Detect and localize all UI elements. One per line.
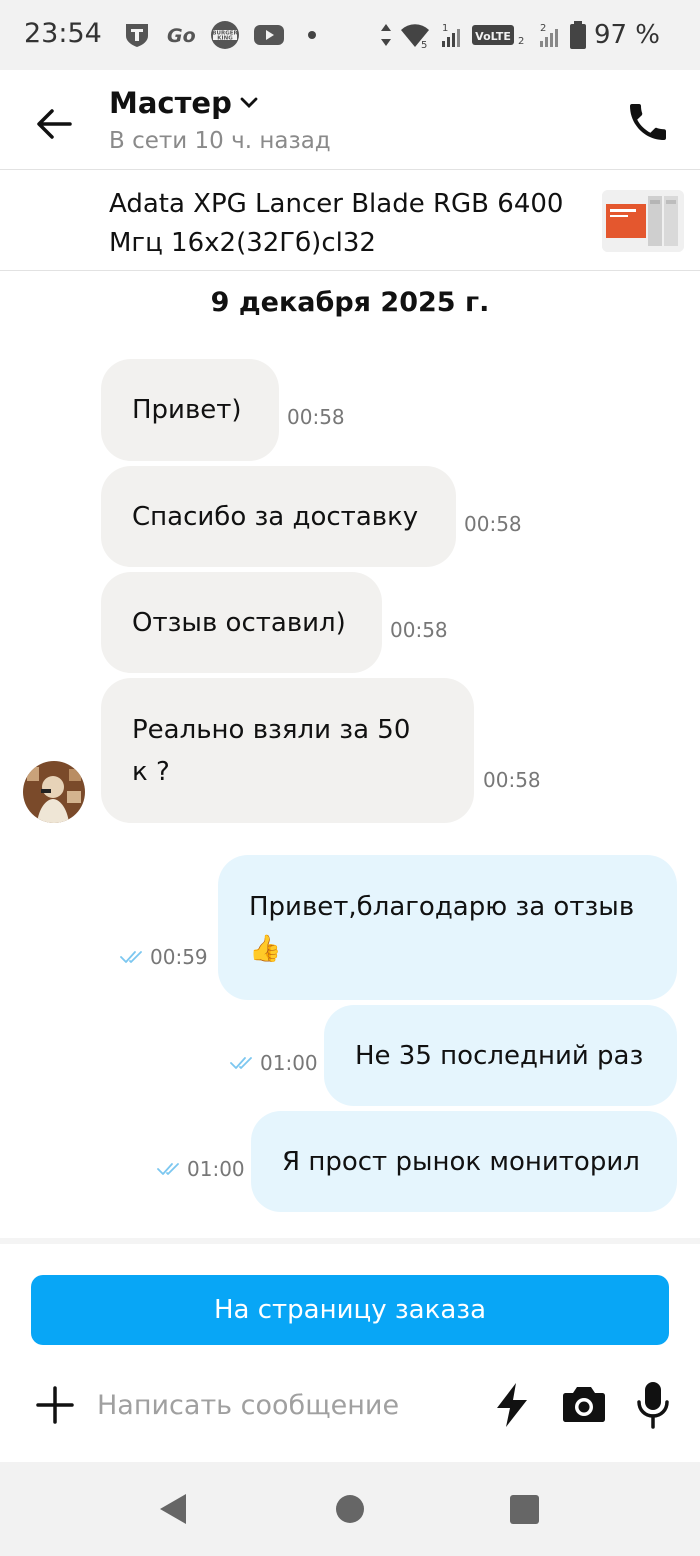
read-ticks-icon <box>230 1057 252 1069</box>
status-time: 23:54 <box>24 18 102 49</box>
more-notifications-dot <box>308 31 316 39</box>
nav-recents-icon[interactable] <box>510 1495 539 1524</box>
message-text: Я прост рынок мониторил <box>282 1146 640 1177</box>
online-status: В сети 10 ч. назад <box>109 128 331 154</box>
call-button[interactable] <box>624 98 672 146</box>
camera-icon <box>563 1387 605 1422</box>
svg-text:VoLTE: VoLTE <box>475 30 511 43</box>
signal-1-icon: 1 <box>441 23 460 47</box>
message-bubble-outgoing[interactable]: Я прост рынок мониторил <box>251 1111 677 1212</box>
message-bubble-incoming[interactable]: Спасибо за доставку <box>101 466 456 567</box>
battery-icon <box>569 21 586 49</box>
message-bubble-incoming[interactable]: Привет) <box>101 359 279 461</box>
contact-name-dropdown[interactable]: Мастер <box>109 86 258 120</box>
battery-level: 97 % <box>593 20 660 50</box>
nav-home-icon[interactable] <box>336 1495 364 1523</box>
wifi-icon: 5 <box>400 24 429 48</box>
back-button[interactable] <box>30 100 78 148</box>
read-ticks-icon <box>157 1163 179 1175</box>
message-time: 01:00 <box>260 1051 318 1075</box>
message-time: 00:58 <box>483 768 541 792</box>
phone-icon <box>630 104 666 140</box>
arrow-left-icon <box>37 109 72 139</box>
product-bar[interactable]: Adata XPG Lancer Blade RGB 6400 Мгц 16x2… <box>0 171 700 271</box>
go-icon: Go <box>166 20 196 50</box>
message-bubble-incoming[interactable]: Реально взяли за 50 к ? <box>101 678 474 823</box>
plus-icon <box>36 1386 74 1424</box>
microphone-icon <box>637 1382 669 1429</box>
svg-text:KING: KING <box>217 36 233 42</box>
message-meta: 01:00 <box>157 1157 245 1181</box>
message-bubble-outgoing[interactable]: Не 35 последний раз <box>324 1005 677 1106</box>
volte-icon: VoLTE 2 <box>471 25 524 47</box>
contact-name: Мастер <box>109 86 232 120</box>
chat-header: Мастер В сети 10 ч. назад <box>0 70 700 170</box>
burger-king-icon: BURGER KING <box>210 20 240 50</box>
voice-button[interactable] <box>636 1380 670 1430</box>
message-composer <box>0 1370 700 1440</box>
message-text: Отзыв оставил) <box>132 607 346 638</box>
status-right: 5 1 VoLTE 2 2 97 % <box>380 20 660 50</box>
message-time: 00:58 <box>287 405 345 429</box>
message-text: Привет) <box>132 395 242 425</box>
status-bar: 23:54 Go BURGER KING 5 1 VoLTE 2 2 97 % <box>0 0 700 70</box>
message-input[interactable] <box>97 1380 477 1430</box>
camera-button[interactable] <box>562 1384 606 1424</box>
youtube-icon <box>254 20 284 50</box>
message-meta: 00:59 <box>120 945 208 969</box>
nav-back-icon[interactable] <box>158 1492 188 1526</box>
system-nav-bar <box>0 1462 700 1556</box>
message-time: 00:58 <box>464 512 522 536</box>
product-title: Adata XPG Lancer Blade RGB 6400 Мгц 16x2… <box>109 189 564 258</box>
svg-text:5: 5 <box>421 40 427 48</box>
message-time: 01:00 <box>187 1157 245 1181</box>
quick-replies-button[interactable] <box>494 1382 530 1428</box>
chevron-down-icon <box>240 97 258 108</box>
message-text: Не 35 последний раз <box>355 1040 644 1071</box>
message-text-line: Реально взяли за 50 <box>132 714 411 745</box>
svg-text:2: 2 <box>518 36 524 47</box>
svg-text:Go: Go <box>167 25 196 47</box>
date-separator: 9 декабря 2025 г. <box>210 287 490 318</box>
message-time: 00:58 <box>390 618 448 642</box>
order-page-button[interactable]: На страницу заказа <box>31 1275 669 1345</box>
signal-2-icon: 2 <box>539 23 558 47</box>
message-bubble-outgoing[interactable]: Привет,благодарю за отзыв 👍 <box>218 855 677 1000</box>
message-time: 00:59 <box>150 945 208 969</box>
svg-text:2: 2 <box>540 23 546 34</box>
attach-button[interactable] <box>35 1385 75 1425</box>
message-bubble-incoming[interactable]: Отзыв оставил) <box>101 572 382 673</box>
avatar[interactable] <box>23 761 85 823</box>
svg-text:1: 1 <box>442 23 448 34</box>
message-text: Спасибо за доставку <box>132 501 419 532</box>
data-arrows-icon <box>380 24 391 46</box>
message-text-line: к ? <box>132 756 170 787</box>
message-text-line: Привет,благодарю за отзыв <box>249 891 635 922</box>
tbank-icon <box>122 20 152 50</box>
notification-icons: Go BURGER KING <box>122 20 316 50</box>
product-thumbnail[interactable] <box>602 190 684 252</box>
message-meta: 01:00 <box>230 1051 318 1075</box>
read-ticks-icon <box>120 951 142 963</box>
message-emoji: 👍 <box>249 933 282 964</box>
lightning-icon <box>497 1383 527 1427</box>
